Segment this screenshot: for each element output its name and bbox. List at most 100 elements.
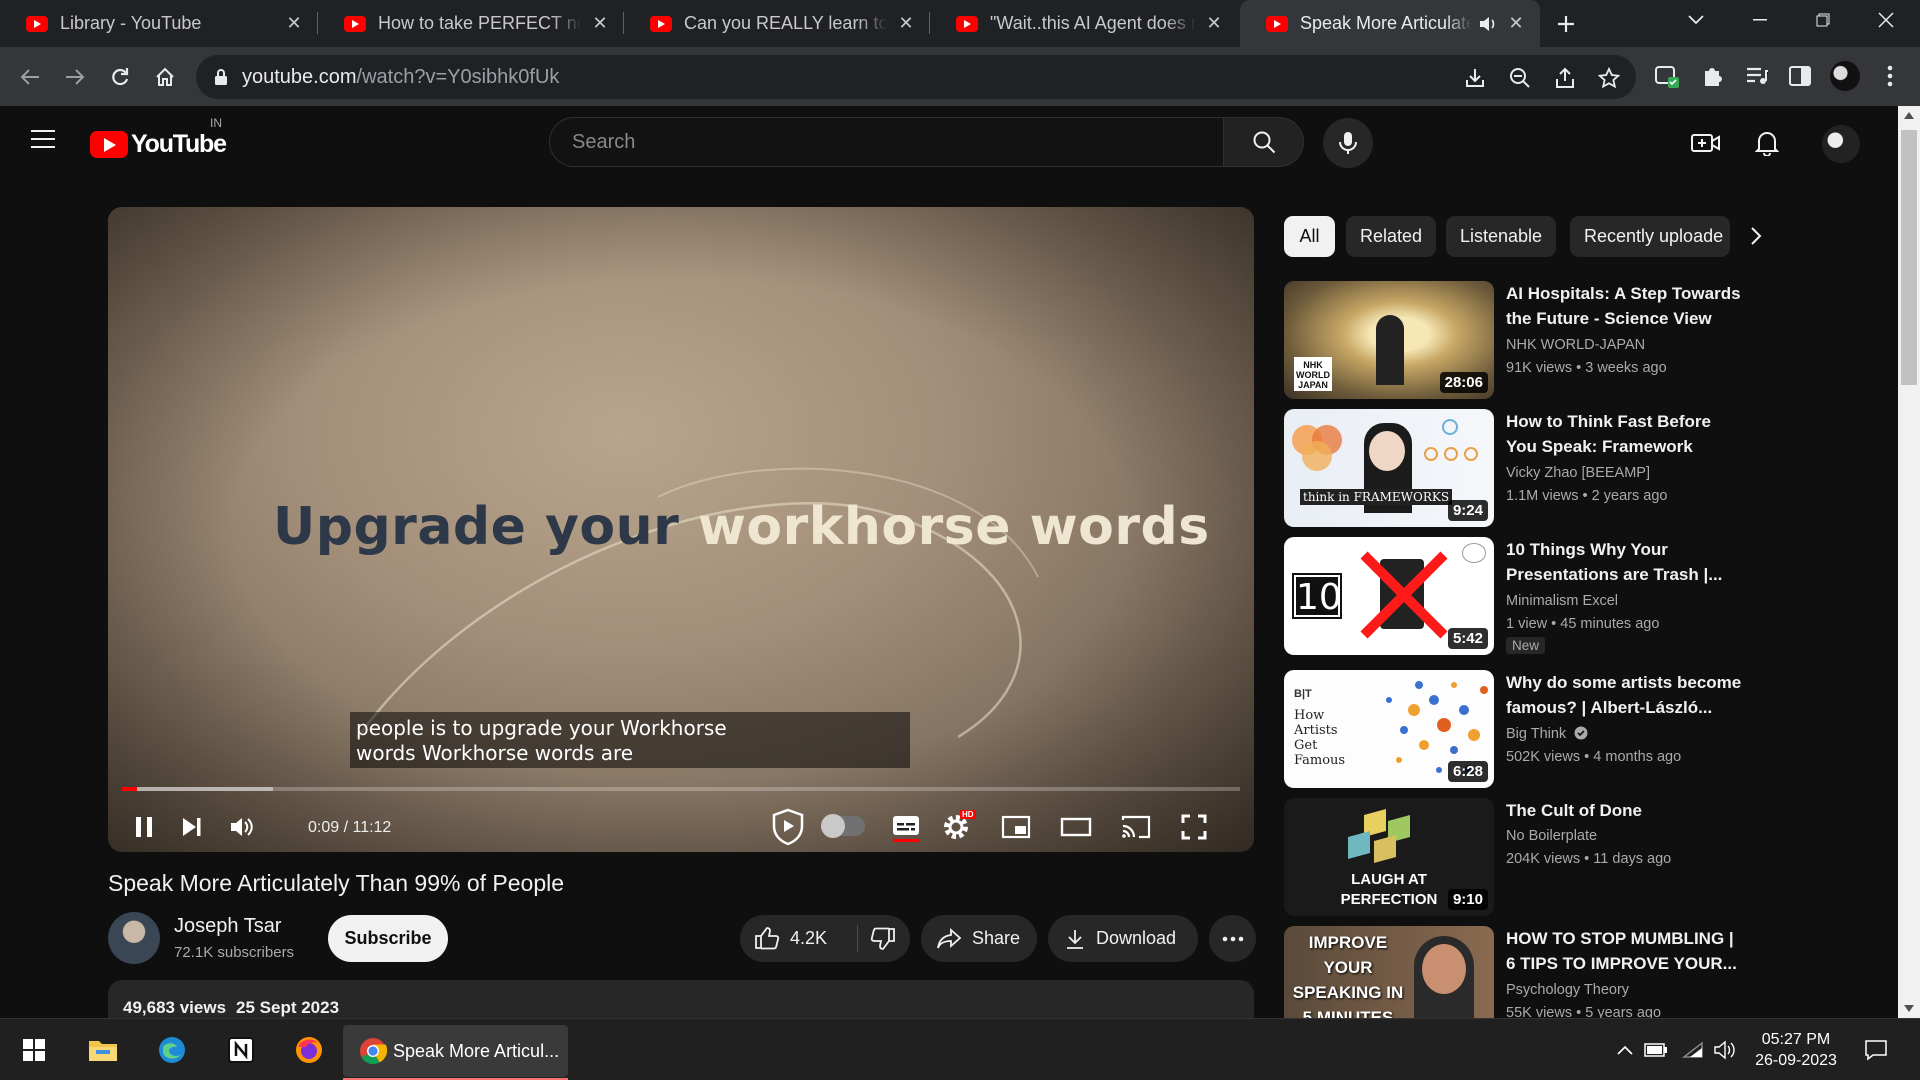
hamburger-menu-icon[interactable] bbox=[30, 129, 56, 149]
pause-button[interactable] bbox=[124, 808, 164, 846]
file-explorer-icon[interactable] bbox=[83, 1030, 123, 1070]
firefox-icon[interactable] bbox=[289, 1030, 329, 1070]
autoplay-toggle[interactable] bbox=[821, 814, 865, 838]
tab-close-icon[interactable]: ✕ bbox=[894, 13, 918, 34]
reload-icon[interactable] bbox=[102, 59, 138, 95]
new-tab-plus-icon[interactable] bbox=[1546, 4, 1586, 44]
browser-tab[interactable]: "Wait..this AI Agent does rese ✕ bbox=[930, 0, 1238, 47]
create-video-icon[interactable] bbox=[1689, 126, 1723, 160]
fullscreen-icon[interactable] bbox=[1174, 808, 1214, 846]
download-button[interactable]: Download bbox=[1048, 915, 1198, 962]
browser-tab[interactable]: Can you REALLY learn to code ✕ bbox=[624, 0, 930, 47]
like-button[interactable] bbox=[754, 926, 780, 950]
browser-tab[interactable]: How to take PERFECT notes w ✕ bbox=[318, 0, 624, 47]
more-actions-button[interactable] bbox=[1209, 915, 1256, 962]
recommended-title[interactable]: 10 Things Why Your Presentations are Tra… bbox=[1506, 537, 1746, 587]
recommended-channel[interactable]: Psychology Theory bbox=[1506, 982, 1629, 998]
chips-next-chevron-right-icon[interactable] bbox=[1750, 226, 1762, 246]
speaker-volume-icon[interactable] bbox=[1705, 1030, 1745, 1070]
recommended-title[interactable]: AI Hospitals: A Step Towards the Future … bbox=[1506, 281, 1746, 331]
extensions-puzzle-icon[interactable] bbox=[1695, 59, 1729, 93]
browser-menu-kebab-icon[interactable] bbox=[1873, 59, 1907, 93]
miniplayer-icon[interactable] bbox=[996, 808, 1036, 846]
browser-tab-active[interactable]: Speak More Articulately T ✕ bbox=[1240, 0, 1540, 47]
recommended-title[interactable]: HOW TO STOP MUMBLING | 6 TIPS TO IMPROVE… bbox=[1506, 926, 1744, 976]
page-scrollbar[interactable] bbox=[1898, 106, 1920, 1018]
subtitles-icon[interactable] bbox=[886, 808, 926, 846]
dislike-button[interactable] bbox=[870, 927, 896, 951]
recommended-channel[interactable]: NHK WORLD-JAPAN bbox=[1506, 337, 1645, 353]
recommended-channel[interactable]: No Boilerplate bbox=[1506, 828, 1597, 844]
tab-close-icon[interactable]: ✕ bbox=[282, 13, 306, 34]
video-thumbnail[interactable]: NHK WORLD JAPAN 28:06 bbox=[1284, 281, 1494, 399]
windows-start-icon[interactable] bbox=[14, 1030, 54, 1070]
scroll-up-arrow-icon[interactable] bbox=[1904, 112, 1914, 119]
recommended-video[interactable]: B|T How Artists Get Famous 6:28 Why do s… bbox=[1284, 670, 1744, 788]
tab-close-icon[interactable]: ✕ bbox=[1202, 13, 1226, 34]
video-thumbnail[interactable]: IMPROVE YOUR SPEAKING IN 5 MINUTES bbox=[1284, 926, 1494, 1018]
tab-audio-icon[interactable] bbox=[1478, 15, 1498, 33]
browser-tab[interactable]: Library - YouTube ✕ bbox=[0, 0, 318, 47]
recommended-channel[interactable]: Big Think bbox=[1506, 726, 1566, 742]
recommended-title[interactable]: The Cult of Done bbox=[1506, 798, 1746, 823]
like-count[interactable]: 4.2K bbox=[790, 928, 827, 949]
notifications-chat-icon[interactable] bbox=[1856, 1030, 1896, 1070]
home-icon[interactable] bbox=[147, 59, 183, 95]
media-control-icon[interactable] bbox=[1740, 59, 1774, 93]
volume-icon[interactable] bbox=[222, 808, 262, 846]
recommended-channel-row[interactable]: Big Think bbox=[1506, 726, 1588, 742]
battery-icon[interactable] bbox=[1636, 1030, 1676, 1070]
taskbar-clock[interactable]: 05:27 PM 26-09-2023 bbox=[1746, 1029, 1846, 1071]
video-thumbnail[interactable]: think in FRAMEWORKS 9:24 bbox=[1284, 409, 1494, 527]
cast-icon[interactable] bbox=[1116, 808, 1156, 846]
ad-block-shield-icon[interactable] bbox=[766, 806, 810, 848]
voice-search-button[interactable] bbox=[1323, 118, 1373, 168]
side-panel-icon[interactable] bbox=[1783, 59, 1817, 93]
subscribe-button[interactable]: Subscribe bbox=[328, 915, 448, 962]
youtube-logo[interactable]: YouTube IN bbox=[90, 116, 227, 159]
window-minimize-icon[interactable] bbox=[1730, 0, 1790, 40]
bookmark-star-icon[interactable] bbox=[1596, 65, 1622, 91]
channel-name[interactable]: Joseph Tsar bbox=[174, 915, 281, 938]
notion-icon[interactable] bbox=[221, 1030, 261, 1070]
recommended-video[interactable]: 10 5:42 10 Things Why Your Presentations… bbox=[1284, 537, 1744, 655]
recommended-video[interactable]: think in FRAMEWORKS 9:24 How to Think Fa… bbox=[1284, 409, 1744, 527]
tab-close-icon[interactable]: ✕ bbox=[588, 13, 612, 34]
next-video-icon[interactable] bbox=[172, 808, 212, 846]
recommended-channel[interactable]: Vicky Zhao [BEEAMP] bbox=[1506, 465, 1650, 481]
recommended-title[interactable]: How to Think Fast Before You Speak: Fram… bbox=[1506, 409, 1746, 459]
video-player[interactable]: Upgrade your workhorse words people is t… bbox=[108, 207, 1254, 852]
notifications-bell-icon[interactable] bbox=[1750, 126, 1784, 160]
channel-avatar[interactable] bbox=[108, 912, 160, 964]
scrollbar-thumb[interactable] bbox=[1901, 130, 1917, 385]
share-page-icon[interactable] bbox=[1552, 65, 1578, 91]
zoom-out-icon[interactable] bbox=[1507, 65, 1533, 91]
taskbar-chrome-window[interactable]: Speak More Articul... bbox=[343, 1025, 568, 1080]
profile-avatar[interactable] bbox=[1828, 59, 1862, 93]
url-text[interactable]: youtube.com/watch?v=Y0sibhk0fUk bbox=[242, 66, 559, 89]
video-thumbnail[interactable]: 10 5:42 bbox=[1284, 537, 1494, 655]
window-restore-icon[interactable] bbox=[1793, 0, 1853, 40]
progress-bar[interactable] bbox=[122, 787, 1240, 791]
theater-mode-icon[interactable] bbox=[1056, 808, 1096, 846]
address-bar[interactable]: youtube.com/watch?v=Y0sibhk0fUk bbox=[196, 55, 1636, 99]
search-input[interactable] bbox=[550, 118, 1223, 166]
chip-listenable[interactable]: Listenable bbox=[1446, 216, 1557, 257]
chip-recently-uploaded[interactable]: Recently uploade bbox=[1570, 216, 1730, 257]
install-app-icon[interactable] bbox=[1462, 65, 1488, 91]
chip-all[interactable]: All bbox=[1284, 216, 1335, 257]
recommended-title[interactable]: Why do some artists become famous? | Alb… bbox=[1506, 670, 1746, 720]
video-thumbnail[interactable]: LAUGH AT PERFECTION 9:10 bbox=[1284, 798, 1494, 916]
tab-close-icon[interactable]: ✕ bbox=[1504, 13, 1528, 34]
back-arrow-icon[interactable] bbox=[12, 59, 48, 95]
lock-icon[interactable] bbox=[214, 68, 228, 86]
scroll-down-arrow-icon[interactable] bbox=[1904, 1005, 1914, 1012]
video-thumbnail[interactable]: B|T How Artists Get Famous 6:28 bbox=[1284, 670, 1494, 788]
recommended-channel[interactable]: Minimalism Excel bbox=[1506, 593, 1618, 609]
extension-checklist-icon[interactable] bbox=[1650, 59, 1684, 93]
search-button[interactable] bbox=[1224, 117, 1304, 167]
recommended-video[interactable]: NHK WORLD JAPAN 28:06 AI Hospitals: A St… bbox=[1284, 281, 1744, 399]
settings-gear-icon[interactable]: HD bbox=[936, 808, 976, 846]
account-avatar[interactable] bbox=[1822, 125, 1860, 163]
chip-related[interactable]: Related bbox=[1346, 216, 1437, 257]
